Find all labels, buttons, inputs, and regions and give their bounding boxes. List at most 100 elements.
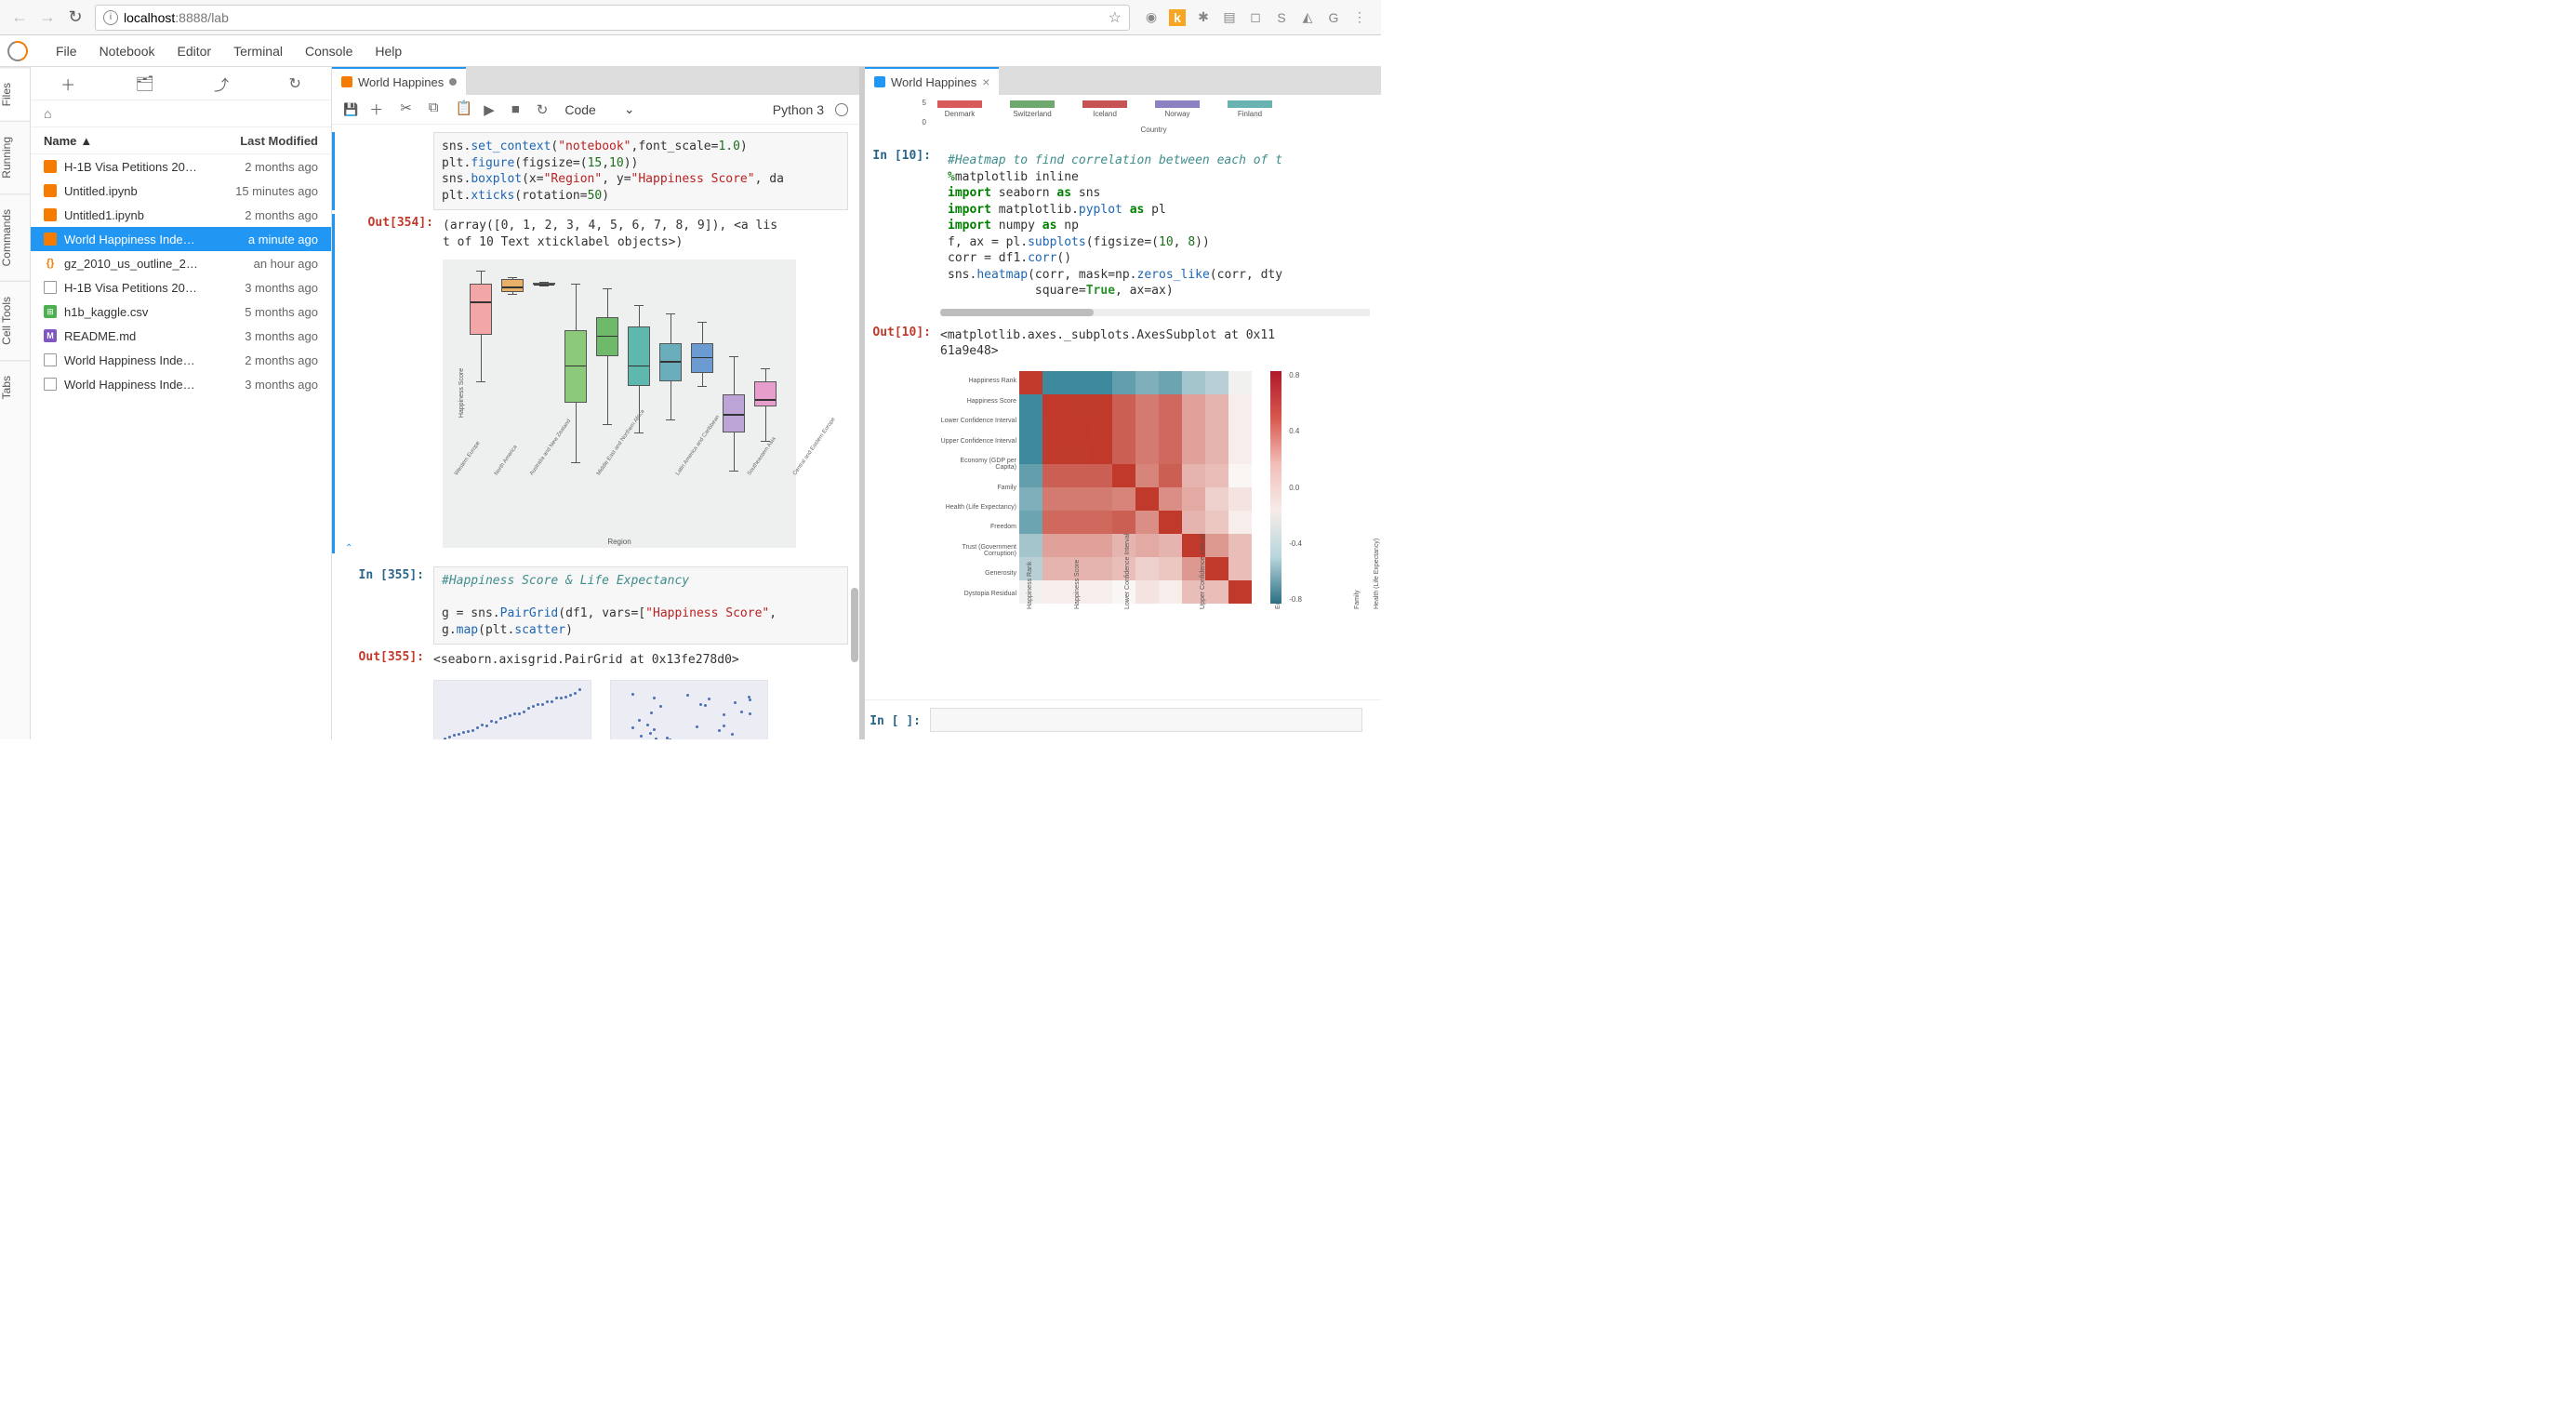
output-prompt: Out[355]: xyxy=(345,648,433,739)
file-row[interactable]: МREADME.md3 months ago xyxy=(31,324,331,348)
ext-icon[interactable]: S xyxy=(1273,9,1290,26)
menu-editor[interactable]: Editor xyxy=(166,44,223,59)
file-row[interactable]: World Happiness Inde…2 months ago xyxy=(31,348,331,372)
heatmap-figure: Happiness RankHappiness ScoreLower Confi… xyxy=(940,371,1289,669)
file-row[interactable]: {}gz_2010_us_outline_2…an hour ago xyxy=(31,251,331,275)
kebab-icon[interactable]: ⋮ xyxy=(1351,9,1368,26)
file-modified: 3 months ago xyxy=(245,281,318,295)
horizontal-scrollbar[interactable] xyxy=(940,309,1370,316)
legend: DenmarkSwitzerlandIcelandNorwayFinland xyxy=(937,99,1370,126)
ext-icon[interactable]: k xyxy=(1169,9,1186,26)
nb-file-icon xyxy=(44,208,57,221)
ext-icon[interactable]: ◭ xyxy=(1299,9,1316,26)
breadcrumb-home[interactable]: ⌂ xyxy=(31,100,331,126)
upload-icon[interactable]: ⤴ xyxy=(214,73,229,95)
file-name: gz_2010_us_outline_2… xyxy=(64,257,246,271)
nb-file-icon xyxy=(44,184,57,197)
menu-help[interactable]: Help xyxy=(364,44,413,59)
file-name: H-1B Visa Petitions 20… xyxy=(64,160,237,174)
menu-file[interactable]: File xyxy=(45,44,88,59)
file-name: World Happiness Inde… xyxy=(64,353,237,367)
filebrowser-header[interactable]: Name ▲ Last Modified xyxy=(31,126,331,154)
forward-button[interactable]: → xyxy=(33,4,61,32)
add-cell-icon[interactable]: ＋ xyxy=(369,100,383,119)
activity-bar: FilesRunningCommandsCell ToolsTabs xyxy=(0,67,31,739)
activity-cell-tools[interactable]: Cell Tools xyxy=(0,281,30,360)
notebook-icon xyxy=(341,76,352,87)
file-row[interactable]: H-1B Visa Petitions 20…3 months ago xyxy=(31,275,331,299)
legend-caption: Country xyxy=(937,126,1370,134)
menu-console[interactable]: Console xyxy=(294,44,364,59)
activity-running[interactable]: Running xyxy=(0,121,30,193)
main-menu-bar: FileNotebookEditorTerminalConsoleHelp xyxy=(0,35,1381,67)
ext-icon[interactable]: ◉ xyxy=(1143,9,1160,26)
tab-label: World Happines xyxy=(891,75,976,89)
legend-label: Finland xyxy=(1238,110,1262,118)
file-modified: 2 months ago xyxy=(245,160,318,174)
reload-button[interactable]: ↻ xyxy=(61,4,89,32)
paste-icon[interactable]: 📋 xyxy=(456,100,473,119)
file-name: Untitled1.ipynb xyxy=(64,208,237,222)
stop-icon[interactable]: ■ xyxy=(511,101,520,118)
info-icon[interactable]: i xyxy=(103,10,118,25)
chevron-down-icon: ⌄ xyxy=(624,101,635,117)
tab-world-happiness-nb[interactable]: World Happines xyxy=(332,67,466,95)
file-row[interactable]: ⊞h1b_kaggle.csv5 months ago xyxy=(31,299,331,324)
nb-file-icon xyxy=(44,233,57,246)
console-input-cell[interactable]: In [ ]: xyxy=(865,699,1381,739)
back-button[interactable]: ← xyxy=(6,4,33,32)
header-name: Name xyxy=(44,134,76,148)
file-file-icon xyxy=(44,281,57,294)
tab-world-happiness-console[interactable]: World Happines × xyxy=(865,67,999,95)
file-row[interactable]: H-1B Visa Petitions 20… 2 months ago xyxy=(31,154,331,179)
file-row[interactable]: Untitled1.ipynb2 months ago xyxy=(31,203,331,227)
cell-type-select[interactable]: Code ⌄ xyxy=(559,101,640,117)
copy-icon[interactable]: ⧉ xyxy=(429,100,439,119)
activity-files[interactable]: Files xyxy=(0,67,30,121)
bookmark-star-icon[interactable]: ☆ xyxy=(1109,8,1122,27)
restart-icon[interactable]: ↻ xyxy=(537,101,549,118)
ext-icon[interactable]: ◻ xyxy=(1247,9,1264,26)
axis-tick: 0 xyxy=(870,118,926,126)
scrollbar[interactable] xyxy=(851,588,858,662)
cut-icon[interactable]: ✂ xyxy=(400,100,412,119)
output-text: (array([0, 1, 2, 3, 4, 5, 6, 7, 8, 9]), … xyxy=(443,214,848,254)
activity-commands[interactable]: Commands xyxy=(0,193,30,281)
boxplot-ylabel: Happiness Score xyxy=(458,368,465,418)
ext-icon[interactable]: ✱ xyxy=(1195,9,1212,26)
scatter-plot-stub xyxy=(610,680,768,739)
output-prompt: Out[10]: xyxy=(870,324,940,669)
file-name: README.md xyxy=(64,329,237,343)
notebook-body[interactable]: sns.set_context("notebook",font_scale=1.… xyxy=(332,125,859,739)
save-icon[interactable]: 💾 xyxy=(343,102,358,117)
file-row[interactable]: World Happiness Inde…3 months ago xyxy=(31,372,331,396)
kernel-indicator[interactable]: Python 3 xyxy=(773,102,848,117)
ext-icon[interactable]: ▤ xyxy=(1221,9,1238,26)
code-cell[interactable]: In [355]: #Happiness Score & Life Expect… xyxy=(332,566,848,645)
menu-terminal[interactable]: Terminal xyxy=(222,44,294,59)
code-cell[interactable]: In [10]: #Heatmap to find correlation be… xyxy=(870,147,1370,320)
run-icon[interactable]: ▶ xyxy=(484,101,495,118)
file-row[interactable]: Untitled.ipynb15 minutes ago xyxy=(31,179,331,203)
console-body[interactable]: 5 0 DenmarkSwitzerlandIcelandNorwayFinla… xyxy=(865,95,1381,699)
console-input[interactable] xyxy=(930,708,1362,732)
file-row[interactable]: World Happiness Inde…a minute ago xyxy=(31,227,331,251)
cell-prompt xyxy=(345,132,433,210)
jupyter-logo-icon[interactable] xyxy=(4,37,31,64)
output-collapser-icon[interactable]: ⌃ xyxy=(345,214,354,553)
code-input[interactable]: #Happiness Score & Life Expectancy g = s… xyxy=(433,566,848,645)
notebook-panel-left: World Happines 💾 ＋ ✂ ⧉ 📋 ▶ ■ ↻ xyxy=(332,67,865,739)
refresh-icon[interactable]: ↻ xyxy=(288,74,300,93)
code-input[interactable]: sns.set_context("notebook",font_scale=1.… xyxy=(433,132,848,210)
close-icon[interactable]: × xyxy=(982,74,989,89)
ext-icon[interactable]: G xyxy=(1325,9,1342,26)
code-cell[interactable]: sns.set_context("notebook",font_scale=1.… xyxy=(332,132,848,210)
cell-type-label: Code xyxy=(564,102,595,117)
activity-tabs[interactable]: Tabs xyxy=(0,360,30,414)
new-folder-icon[interactable]: 🗂 xyxy=(135,74,153,93)
new-launcher-icon[interactable]: ＋ xyxy=(60,73,75,95)
code-input[interactable]: #Heatmap to find correlation between eac… xyxy=(940,147,1370,305)
address-bar[interactable]: i localhost:8888/lab ☆ xyxy=(95,5,1130,31)
menu-notebook[interactable]: Notebook xyxy=(88,44,166,59)
tab-label: World Happines xyxy=(358,75,444,89)
